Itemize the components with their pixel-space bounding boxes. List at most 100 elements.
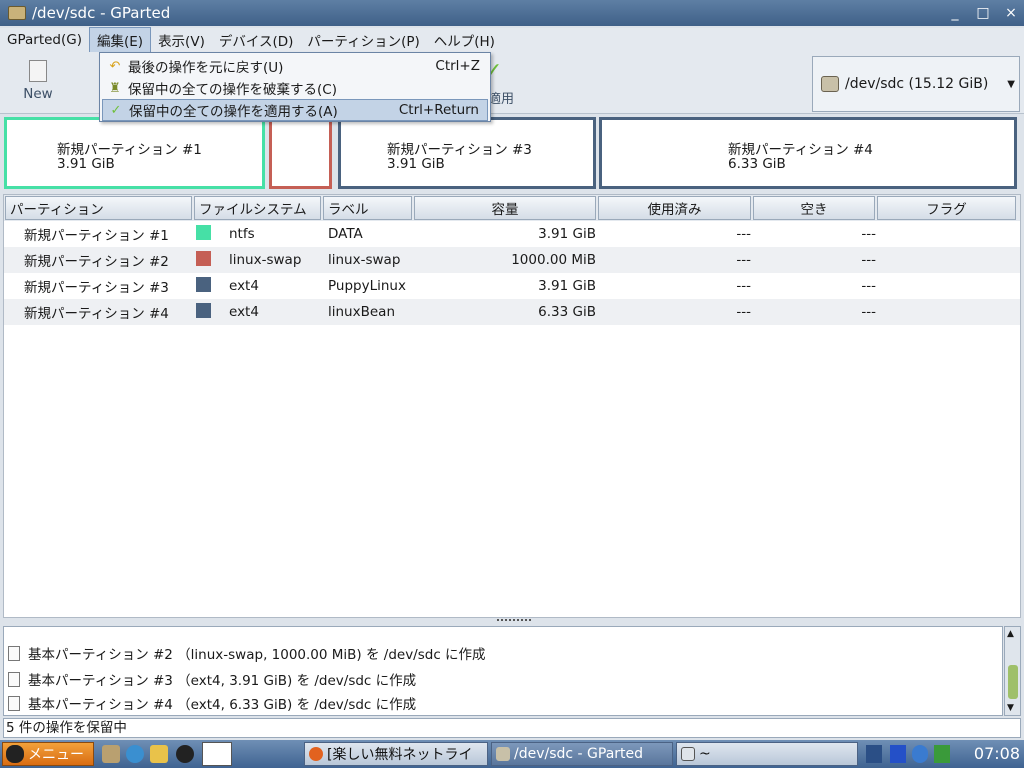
maximize-button[interactable]: □	[976, 5, 990, 21]
cell-free: ---	[861, 278, 876, 294]
log-scrollbar[interactable]: ▲ ▼	[1004, 626, 1021, 716]
menu-device[interactable]: デバイス(D)	[212, 28, 301, 52]
start-menu-label: メニュー	[28, 747, 84, 763]
edit-menu-dropdown: ↶ 最後の操作を元に戻す(U) Ctrl+Z ♜ 保留中の全ての操作を破棄する(…	[99, 52, 491, 122]
column-header-filesystem[interactable]: ファイルシステム	[194, 196, 321, 220]
task-terminal[interactable]: ~	[676, 742, 858, 766]
column-header-free[interactable]: 空き	[753, 196, 875, 220]
list-item[interactable]: 基本パーティション #3 （ext4, 3.91 GiB) を /dev/sdc…	[8, 667, 416, 691]
broom-icon: ♜	[109, 80, 121, 96]
scroll-up-icon[interactable]: ▲	[1007, 629, 1014, 639]
cell-label: DATA	[328, 226, 363, 242]
cell-filesystem: ext4	[229, 304, 259, 320]
partition-block-2[interactable]	[269, 117, 332, 189]
task-label: ~	[699, 746, 711, 762]
list-item[interactable]: 基本パーティション #4 （ext4, 6.33 GiB) を /dev/sdc…	[8, 691, 416, 715]
column-header-used[interactable]: 使用済み	[598, 196, 751, 220]
task-label: /dev/sdc - GParted	[514, 746, 644, 762]
partition-block-4[interactable]: 新規パーティション #4 6.33 GiB	[599, 117, 1017, 189]
scroll-thumb[interactable]	[1008, 665, 1018, 699]
menu-gparted[interactable]: GParted(G)	[0, 30, 89, 50]
cell-used: ---	[736, 304, 751, 320]
drive-launcher-icon[interactable]	[102, 745, 120, 763]
cell-filesystem: ntfs	[229, 226, 255, 242]
menu-item-accelerator: Ctrl+Z	[435, 58, 480, 74]
globe-icon[interactable]	[126, 745, 144, 763]
task-firefox[interactable]: [楽しい無料ネットライ	[304, 742, 488, 766]
column-header-flags[interactable]: フラグ	[877, 196, 1016, 220]
pane-resize-handle[interactable]	[497, 619, 531, 623]
cell-partition: 新規パーティション #2	[24, 254, 169, 270]
document-icon	[8, 695, 20, 711]
table-row[interactable]: 新規パーティション #3 ext4 PuppyLinux 3.91 GiB --…	[4, 273, 1020, 299]
operation-text: 基本パーティション #2 （linux-swap, 1000.00 MiB) を…	[28, 647, 486, 663]
desktop-pager[interactable]	[202, 742, 232, 766]
cell-filesystem: ext4	[229, 278, 259, 294]
speaker-icon[interactable]	[866, 745, 882, 763]
cell-partition: 新規パーティション #1	[24, 228, 169, 244]
filesystem-color-swatch	[196, 276, 211, 292]
cell-free: ---	[861, 226, 876, 242]
task-gparted[interactable]: /dev/sdc - GParted	[491, 742, 673, 766]
partition-block-name: 新規パーティション #1	[57, 142, 202, 158]
filesystem-color-swatch	[196, 302, 211, 318]
cell-filesystem: linux-swap	[229, 252, 302, 268]
table-row[interactable]: 新規パーティション #1 ntfs DATA 3.91 GiB --- ---	[4, 221, 1020, 247]
partition-block-size: 6.33 GiB	[728, 156, 786, 172]
battery-icon[interactable]	[890, 745, 906, 763]
network-icon[interactable]	[912, 745, 928, 763]
task-label: [楽しい無料ネットライ	[327, 747, 473, 763]
menu-item-undo[interactable]: ↶ 最後の操作を元に戻す(U) Ctrl+Z	[102, 55, 488, 77]
menu-help[interactable]: ヘルプ(H)	[427, 28, 502, 52]
table-row[interactable]: 新規パーティション #2 linux-swap linux-swap 1000.…	[4, 247, 1020, 273]
menu-partition[interactable]: パーティション(P)	[300, 28, 426, 52]
menu-view[interactable]: 表示(V)	[151, 28, 212, 52]
menu-item-accelerator: Ctrl+Return	[398, 102, 479, 118]
partition-block-size: 3.91 GiB	[57, 156, 115, 172]
column-header-label[interactable]: ラベル	[323, 196, 412, 220]
firefox-icon	[309, 747, 323, 761]
document-icon	[8, 645, 20, 661]
minimize-button[interactable]: _	[948, 5, 962, 21]
folder-icon[interactable]	[150, 745, 168, 763]
partition-block-1[interactable]: 新規パーティション #1 3.91 GiB	[4, 117, 265, 189]
column-header-partition[interactable]: パーティション	[5, 196, 192, 220]
menu-edit[interactable]: 編集(E)	[88, 27, 152, 53]
new-button-label: New	[23, 86, 53, 102]
operation-text: 基本パーティション #4 （ext4, 6.33 GiB) を /dev/sdc…	[28, 697, 417, 713]
title-bar: /dev/sdc - GParted _ □ ×	[0, 0, 1024, 26]
cell-free: ---	[861, 304, 876, 320]
cell-size: 3.91 GiB	[538, 278, 596, 294]
partition-table: パーティション ファイルシステム ラベル 容量 使用済み 空き フラグ 新規パー…	[3, 194, 1021, 618]
partition-block-3[interactable]: 新規パーティション #3 3.91 GiB	[338, 117, 596, 189]
scroll-down-icon[interactable]: ▼	[1007, 703, 1014, 713]
terminal-icon	[681, 747, 695, 761]
clock[interactable]: 07:08	[974, 744, 1020, 763]
column-header-size[interactable]: 容量	[414, 196, 596, 220]
cpu-monitor-icon[interactable]	[934, 745, 950, 763]
menu-item-clear-pending[interactable]: ♜ 保留中の全ての操作を破棄する(C)	[102, 77, 488, 99]
gparted-icon	[496, 747, 510, 761]
apply-button-label: 適用	[488, 92, 515, 107]
device-selector-label: /dev/sdc (15.12 GiB)	[845, 76, 989, 92]
new-document-icon	[29, 60, 47, 82]
menu-item-apply-pending[interactable]: ✓ 保留中の全ての操作を適用する(A) Ctrl+Return	[102, 99, 488, 121]
chevron-down-icon: ▼	[1007, 79, 1015, 90]
filesystem-color-swatch	[196, 224, 211, 240]
document-icon	[8, 671, 20, 687]
menubar: GParted(G) 編集(E) 表示(V) デバイス(D) パーティション(P…	[0, 27, 1024, 53]
taskbar: メニュー [楽しい無料ネットライ /dev/sdc - GParted ~ 07…	[0, 740, 1024, 768]
device-selector[interactable]: /dev/sdc (15.12 GiB) ▼	[812, 56, 1020, 112]
window-title: /dev/sdc - GParted	[32, 4, 171, 22]
filesystem-color-swatch	[196, 250, 211, 266]
close-button[interactable]: ×	[1004, 5, 1018, 21]
window-controls: _ □ ×	[948, 5, 1018, 21]
new-button[interactable]: New	[14, 60, 62, 102]
cell-size: 3.91 GiB	[538, 226, 596, 242]
list-item[interactable]: 基本パーティション #2 （linux-swap, 1000.00 MiB) を…	[8, 641, 486, 665]
table-row[interactable]: 新規パーティション #4 ext4 linuxBean 6.33 GiB ---…	[4, 299, 1020, 325]
partition-block-size: 3.91 GiB	[387, 156, 445, 172]
penguin-launcher-icon[interactable]	[176, 745, 194, 763]
start-menu-button[interactable]: メニュー	[2, 742, 94, 766]
cell-partition: 新規パーティション #4	[24, 306, 169, 322]
